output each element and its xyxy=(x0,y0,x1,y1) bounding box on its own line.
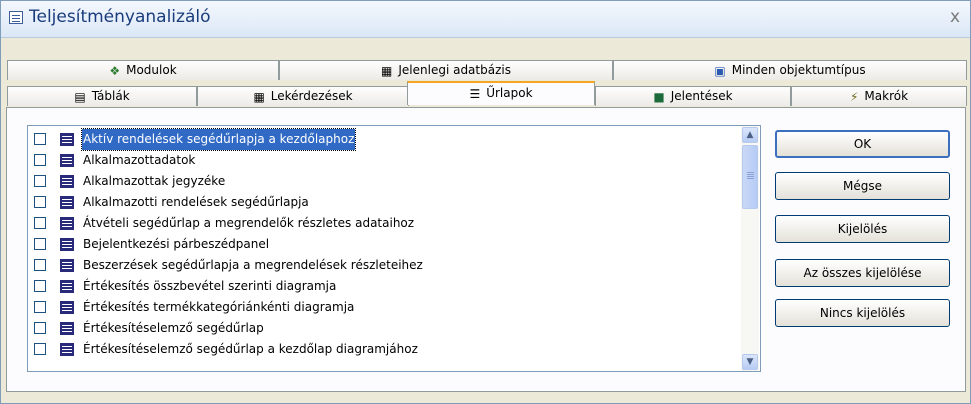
tab-label: Minden objektumtípus xyxy=(731,63,866,77)
tab-label: Lekérdezések xyxy=(270,89,353,103)
list-item[interactable]: Értékesítéselemző segédűrlap xyxy=(30,318,742,339)
list-item-label: Értékesítéselemző segédűrlap xyxy=(83,321,264,335)
tab-label: Táblák xyxy=(91,89,130,103)
performance-analyzer-dialog: Teljesítményanalizáló x ❖ Modulok ▦ Jelenl… xyxy=(0,0,971,404)
form-icon xyxy=(60,133,74,146)
list-item-label: Alkalmazottak jegyzéke xyxy=(83,174,226,188)
tab-label: Jelenlegi adatbázis xyxy=(398,63,511,77)
item-checkbox[interactable] xyxy=(34,343,46,355)
tab-tablak[interactable]: ▤ Táblák xyxy=(7,86,197,106)
list-item[interactable]: Átvételi segédűrlap a megrendelők részle… xyxy=(30,213,742,234)
modules-icon: ❖ xyxy=(109,63,121,78)
form-icon xyxy=(60,343,74,356)
form-icon xyxy=(60,154,74,167)
chevron-up-icon: ▲ xyxy=(746,130,754,140)
item-checkbox[interactable] xyxy=(34,175,46,187)
item-checkbox[interactable] xyxy=(34,217,46,229)
query-icon: ▦ xyxy=(253,89,265,104)
list-item-label: Értékesítés összbevétel szerinti diagram… xyxy=(83,279,337,293)
form-icon xyxy=(60,196,74,209)
scroll-thumb[interactable] xyxy=(742,145,758,209)
table-icon: ▤ xyxy=(74,89,86,104)
ok-button[interactable]: OK xyxy=(775,130,950,158)
list-item-label: Alkalmazotti rendelések segédűrlapja xyxy=(83,195,309,209)
list-item-label: Átvételi segédűrlap a megrendelők részle… xyxy=(83,216,415,230)
select-all-button[interactable]: Az összes kijelölése xyxy=(775,259,950,287)
list-item[interactable]: Bejelentkezési párbeszédpanel xyxy=(30,234,742,255)
form-icon: ☰ xyxy=(469,86,481,101)
select-none-button[interactable]: Nincs kijelölés xyxy=(775,299,950,327)
form-icon xyxy=(60,259,74,272)
list-item[interactable]: Alkalmazotti rendelések segédűrlapja xyxy=(30,192,742,213)
chevron-down-icon: ▼ xyxy=(746,357,754,367)
list-item-label: Bejelentkezési párbeszédpanel xyxy=(83,237,270,251)
item-checkbox[interactable] xyxy=(34,280,46,292)
list-item-label: Beszerzések segédűrlapja a megrendelések… xyxy=(83,258,423,272)
cancel-button[interactable]: Mégse xyxy=(775,172,950,200)
list-item-label: Értékesítéselemző segédűrlap a kezdőlap … xyxy=(83,342,418,356)
item-checkbox[interactable] xyxy=(34,322,46,334)
vertical-scrollbar[interactable]: ▲ ▼ xyxy=(741,126,759,371)
form-icon xyxy=(60,238,74,251)
list-item[interactable]: Alkalmazottak jegyzéke xyxy=(30,171,742,192)
form-icon xyxy=(60,301,74,314)
scroll-down-button[interactable]: ▼ xyxy=(742,354,758,370)
tab-jelenlegi-adatbazis[interactable]: ▦ Jelenlegi adatbázis xyxy=(279,60,613,80)
scroll-up-button[interactable]: ▲ xyxy=(742,127,758,143)
tab-jelentesek[interactable]: ■ Jelentések xyxy=(595,86,791,106)
tab-urlapok[interactable]: ☰ Űrlapok xyxy=(407,81,595,105)
forms-listbox[interactable]: Aktív rendelések segédűrlapja a kezdőlap… xyxy=(27,125,761,372)
list-item[interactable]: Értékesítéselemző segédűrlap a kezdőlap … xyxy=(30,339,742,360)
close-button[interactable]: x xyxy=(950,7,960,27)
list-item[interactable]: Értékesítés összbevétel szerinti diagram… xyxy=(30,276,742,297)
grip-icon xyxy=(747,172,754,173)
current-database-icon: ▦ xyxy=(381,63,393,78)
all-object-types-icon: ▣ xyxy=(714,63,726,78)
macro-icon: ⚡ xyxy=(849,89,859,104)
title-bar: Teljesítményanalizáló x xyxy=(1,1,970,38)
item-checkbox[interactable] xyxy=(34,259,46,271)
form-icon xyxy=(60,322,74,335)
item-checkbox[interactable] xyxy=(34,301,46,313)
form-icon xyxy=(9,11,23,24)
window-title: Teljesítményanalizáló xyxy=(29,7,211,27)
list-item-label: Aktív rendelések segédűrlapja a kezdőlap… xyxy=(80,128,357,151)
list-item-label: Alkalmazottadatok xyxy=(83,153,196,167)
list-item-label: Értékesítés termékkategóriánkénti diagra… xyxy=(83,300,355,314)
tab-label: Jelentések xyxy=(670,89,733,103)
form-icon xyxy=(60,217,74,230)
report-icon: ■ xyxy=(653,89,665,104)
tab-label: Modulok xyxy=(126,63,177,77)
form-icon xyxy=(60,280,74,293)
item-checkbox[interactable] xyxy=(34,133,46,145)
item-checkbox[interactable] xyxy=(34,196,46,208)
item-checkbox[interactable] xyxy=(34,154,46,166)
list-item[interactable]: Értékesítés termékkategóriánkénti diagra… xyxy=(30,297,742,318)
list-item[interactable]: Alkalmazottadatok xyxy=(30,150,742,171)
list-item[interactable]: Beszerzések segédűrlapja a megrendelések… xyxy=(30,255,742,276)
select-button[interactable]: Kijelölés xyxy=(775,215,950,243)
tab-minden-objektumtipus[interactable]: ▣ Minden objektumtípus xyxy=(613,60,967,80)
item-checkbox[interactable] xyxy=(34,238,46,250)
list-item[interactable]: Aktív rendelések segédűrlapja a kezdőlap… xyxy=(30,128,742,151)
tab-lekerdezesek[interactable]: ▦ Lekérdezések xyxy=(197,86,409,106)
tab-makrok[interactable]: ⚡ Makrók xyxy=(791,86,967,106)
tab-modulok[interactable]: ❖ Modulok xyxy=(7,60,279,80)
tab-label: Makrók xyxy=(864,89,909,103)
tab-label: Űrlapok xyxy=(486,86,533,100)
form-icon xyxy=(60,175,74,188)
